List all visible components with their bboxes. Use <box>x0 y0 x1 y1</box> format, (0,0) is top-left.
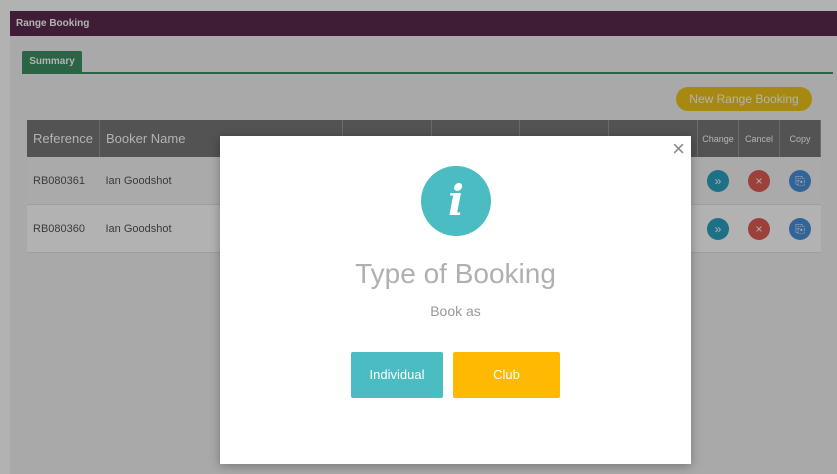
club-button[interactable]: Club <box>453 352 560 398</box>
booking-type-dialog: × i Type of Booking Book as Individual C… <box>220 136 691 464</box>
dialog-subtitle: Book as <box>430 303 481 319</box>
close-icon[interactable]: × <box>672 138 685 160</box>
dialog-title: Type of Booking <box>355 258 556 289</box>
individual-button[interactable]: Individual <box>351 352 443 398</box>
info-icon: i <box>421 166 491 236</box>
